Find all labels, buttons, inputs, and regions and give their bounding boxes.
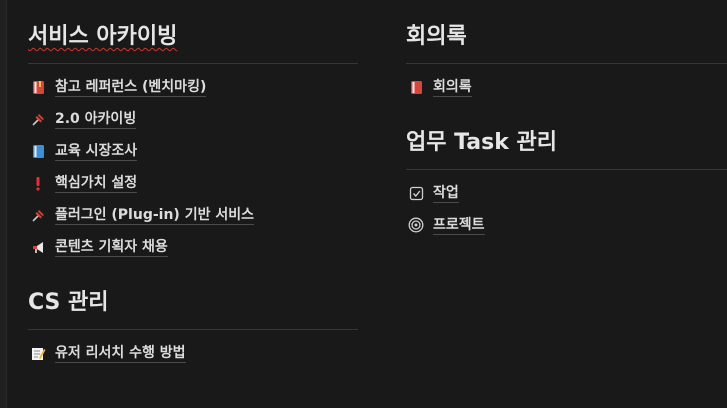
- page-link-tasks[interactable]: 작업: [406, 177, 727, 209]
- red-book-icon: [30, 79, 46, 95]
- memo-icon: [30, 345, 46, 361]
- page-link-label: 콘텐츠 기획자 채용: [55, 238, 168, 257]
- page-link-label: 회의록: [433, 78, 472, 97]
- page-link-projects[interactable]: 프로젝트: [406, 209, 727, 241]
- page-link-label: 프로젝트: [433, 216, 485, 235]
- checkbox-icon: [408, 185, 424, 201]
- blue-book-icon: [30, 143, 46, 159]
- exclamation-icon: [30, 175, 46, 191]
- section-title-tasks: 업무 Task 관리: [406, 130, 558, 155]
- pushpin-icon: [30, 111, 46, 127]
- page-link-label: 참고 레퍼런스 (벤치마킹): [55, 78, 207, 97]
- red-book-icon: [408, 79, 424, 95]
- page-link-label: 교육 시장조사: [55, 142, 138, 161]
- section-title-archiving-text: 서비스 아카이빙: [28, 24, 178, 49]
- sidebar-edge: [0, 0, 7, 408]
- page-link-archiving-2[interactable]: 2.0 아카이빙: [28, 103, 358, 135]
- right-column: 회의록 회의록 업무 Task 관리 작업 프로젝트: [406, 0, 727, 241]
- page-link-label: 2.0 아카이빙: [55, 110, 137, 129]
- page-link-content-planner[interactable]: 콘텐츠 기획자 채용: [28, 231, 358, 263]
- page-link-minutes[interactable]: 회의록: [406, 71, 727, 103]
- section-title-cs: CS 관리: [28, 290, 109, 315]
- page-link-core-values[interactable]: 핵심가치 설정: [28, 167, 358, 199]
- page-link-label: 작업: [433, 184, 459, 203]
- pushpin-icon: [30, 207, 46, 223]
- page-link-user-research[interactable]: 유저 리서치 수행 방법: [28, 337, 358, 369]
- page-link-reference[interactable]: 참고 레퍼런스 (벤치마킹): [28, 71, 358, 103]
- left-column: 서비스 아카이빙 참고 레퍼런스 (벤치마킹) 2.0 아카이빙 교육 시장조사…: [28, 0, 358, 369]
- megaphone-icon: [30, 239, 46, 255]
- page-link-market-research[interactable]: 교육 시장조사: [28, 135, 358, 167]
- page-link-label: 핵심가치 설정: [55, 174, 138, 193]
- page-link-plugin-service[interactable]: 플러그인 (Plug-in) 기반 서비스: [28, 199, 358, 231]
- page-link-label: 유저 리서치 수행 방법: [55, 344, 186, 363]
- section-title-archiving: 서비스 아카이빙: [28, 23, 358, 51]
- page-link-label: 플러그인 (Plug-in) 기반 서비스: [55, 206, 254, 225]
- section-title-minutes: 회의록: [406, 24, 467, 49]
- target-icon: [408, 217, 424, 233]
